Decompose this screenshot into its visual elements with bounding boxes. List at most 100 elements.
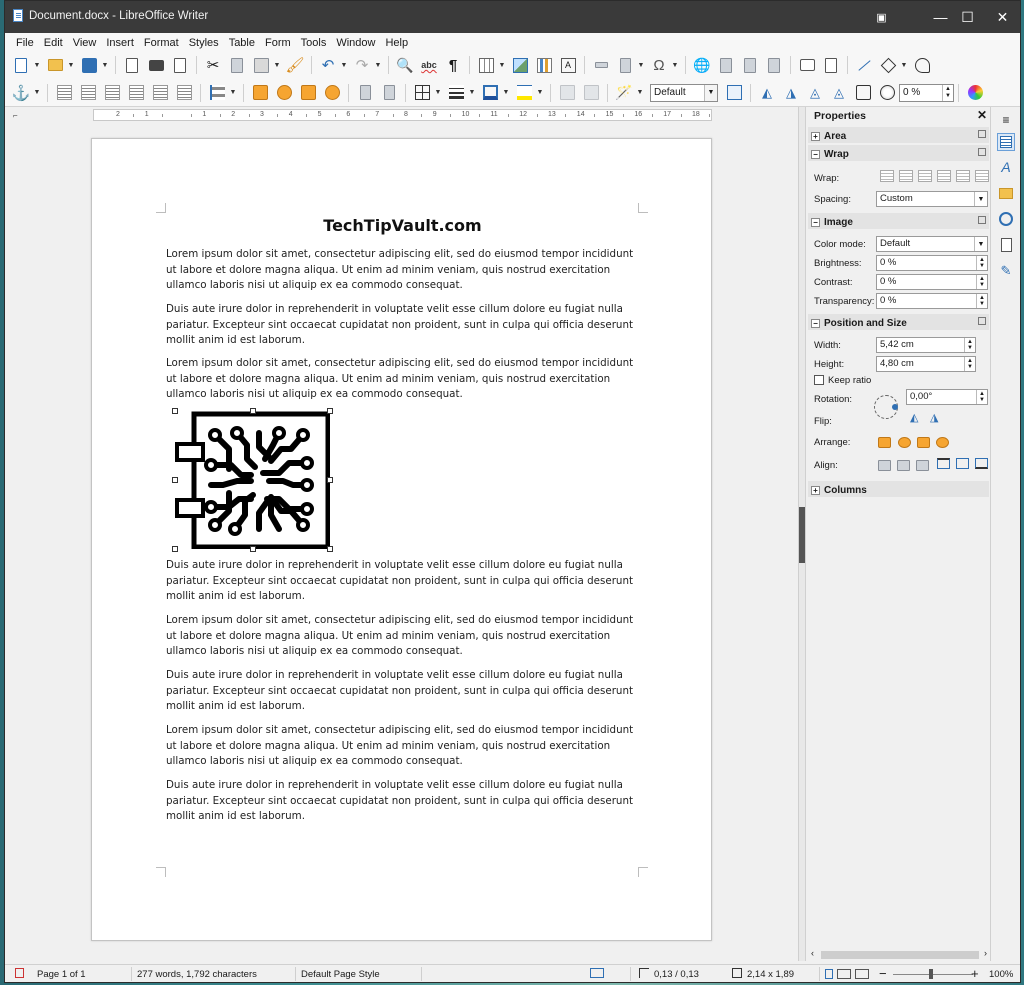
crop-icon[interactable] xyxy=(723,82,745,104)
send-to-back-icon[interactable] xyxy=(321,82,343,104)
print-icon[interactable] xyxy=(145,54,167,76)
document-page[interactable]: TechTipVault.com Lorem ipsum dolor sit a… xyxy=(91,138,712,941)
image-filter-dropdown-arrow[interactable]: ▼ xyxy=(636,82,644,104)
rotate-icon[interactable] xyxy=(852,82,874,104)
spelling-icon[interactable]: abc xyxy=(418,54,440,76)
bookmark-icon[interactable] xyxy=(763,54,785,76)
sidebar-scrollbar[interactable]: ‹ › xyxy=(809,948,989,961)
menu-table[interactable]: Table xyxy=(224,37,260,49)
clone-formatting-icon[interactable]: 🖌 xyxy=(284,54,306,76)
table-icon[interactable] xyxy=(475,54,497,76)
paste-dropdown-arrow[interactable]: ▼ xyxy=(273,54,281,76)
body-paragraph[interactable]: Duis aute irure dolor in reprehenderit i… xyxy=(166,558,636,605)
horizontal-ruler[interactable]: 2 1 1 2 3 4 5 6 7 8 9 10 11 12 13 14 15 16 17 18 xyxy=(93,109,712,121)
flip-vertical-icon[interactable]: ◭ xyxy=(756,82,778,104)
border-icon[interactable] xyxy=(411,82,433,104)
align-icon[interactable] xyxy=(206,82,228,104)
save-dropdown-arrow[interactable]: ▼ xyxy=(101,54,109,76)
color-icon[interactable] xyxy=(964,82,986,104)
style-inspector-deck-icon[interactable]: ✎ xyxy=(997,262,1015,280)
field-icon[interactable] xyxy=(614,54,636,76)
new-dropdown-arrow[interactable]: ▼ xyxy=(33,54,41,76)
table-dropdown-arrow[interactable]: ▼ xyxy=(498,54,506,76)
spin-buttons[interactable]: ▲ ▼ xyxy=(976,294,987,308)
wrap-off-icon[interactable] xyxy=(53,82,75,104)
send-to-back-icon[interactable] xyxy=(936,437,949,448)
wrap-right-icon[interactable] xyxy=(149,82,171,104)
draw-functions-icon[interactable] xyxy=(911,54,933,76)
wrap-parallel-icon[interactable] xyxy=(899,170,913,182)
wrap-left-icon[interactable] xyxy=(125,82,147,104)
section-image[interactable]: − Image xyxy=(808,213,989,229)
chart-icon[interactable] xyxy=(533,54,555,76)
section-position-size[interactable]: − Position and Size xyxy=(808,314,989,330)
keep-ratio-checkbox[interactable] xyxy=(814,375,824,385)
zoom-slider-thumb[interactable] xyxy=(929,969,933,979)
properties-deck-icon[interactable] xyxy=(997,133,1015,151)
area-color-icon[interactable] xyxy=(513,82,535,104)
endnote-icon[interactable] xyxy=(739,54,761,76)
to-background-icon[interactable] xyxy=(378,82,400,104)
menu-format[interactable]: Format xyxy=(139,37,184,49)
zoom-in-button[interactable]: + xyxy=(971,966,979,981)
border-color-dropdown-arrow[interactable]: ▼ xyxy=(502,82,510,104)
close-button[interactable]: ✕ xyxy=(980,1,1020,33)
copy-icon[interactable] xyxy=(226,54,248,76)
anchor-icon[interactable]: ⚓ xyxy=(10,82,32,104)
backward-one-icon[interactable] xyxy=(297,82,319,104)
find-replace-icon[interactable]: 🔍 xyxy=(394,54,416,76)
open-folder-icon[interactable] xyxy=(44,54,66,76)
undo-icon[interactable]: ↶ xyxy=(317,54,339,76)
link-frames-icon[interactable] xyxy=(556,82,578,104)
tab-stop-selector[interactable]: ⌐ xyxy=(13,111,18,120)
textbox-icon[interactable]: A xyxy=(557,54,579,76)
body-paragraph[interactable]: Duis aute irure dolor in reprehenderit i… xyxy=(166,302,636,349)
menu-help[interactable]: Help xyxy=(380,37,413,49)
sidebar-menu-icon[interactable]: ≡ xyxy=(997,111,1015,129)
menu-file[interactable]: File xyxy=(11,37,39,49)
to-foreground-icon[interactable] xyxy=(354,82,376,104)
sidebar-splitter[interactable] xyxy=(798,107,805,961)
anchor-dropdown-arrow[interactable]: ▼ xyxy=(33,82,41,104)
status-page[interactable]: Page 1 of 1 xyxy=(37,969,86,980)
chevron-down-icon[interactable]: ▼ xyxy=(704,84,717,101)
width-field[interactable]: 5,42 cm ▲ ▼ xyxy=(876,337,976,353)
menu-view[interactable]: View xyxy=(68,37,102,49)
border-color-icon[interactable] xyxy=(479,82,501,104)
track-changes-icon[interactable] xyxy=(820,54,842,76)
transparency-icon[interactable] xyxy=(876,82,898,104)
navigator-deck-icon[interactable] xyxy=(997,210,1015,228)
undo-dropdown-arrow[interactable]: ▼ xyxy=(340,54,348,76)
brightness-field[interactable]: 0 % ▲ ▼ xyxy=(876,255,988,271)
paste-icon[interactable] xyxy=(250,54,272,76)
menu-styles[interactable]: Styles xyxy=(184,37,224,49)
forward-one-icon[interactable] xyxy=(273,82,295,104)
zoom-slider[interactable] xyxy=(893,974,973,975)
menu-form[interactable]: Form xyxy=(260,37,296,49)
align-center-icon[interactable] xyxy=(897,460,910,471)
resize-handle[interactable] xyxy=(250,546,256,552)
export-pdf-icon[interactable] xyxy=(121,54,143,76)
height-field[interactable]: 4,80 cm ▲ ▼ xyxy=(876,356,976,372)
section-wrap[interactable]: − Wrap xyxy=(808,145,989,161)
flip-horizontal-icon[interactable]: ◮ xyxy=(780,82,802,104)
rotation-field[interactable]: 0,00° ▲ ▼ xyxy=(906,389,988,405)
book-view-icon[interactable] xyxy=(855,969,869,979)
status-page-style[interactable]: Default Page Style xyxy=(301,969,380,980)
wrap-through-icon[interactable] xyxy=(975,170,989,182)
selected-image[interactable] xyxy=(172,408,333,552)
body-paragraph[interactable]: Duis aute irure dolor in reprehenderit i… xyxy=(166,668,636,715)
section-columns[interactable]: + Columns xyxy=(808,481,989,497)
single-page-view-icon[interactable] xyxy=(825,969,833,979)
contrast-field[interactable]: 0 % ▲ ▼ xyxy=(876,274,988,290)
status-word-count[interactable]: 277 words, 1,792 characters xyxy=(137,969,257,980)
page-deck-icon[interactable] xyxy=(997,236,1015,254)
menu-edit[interactable]: Edit xyxy=(39,37,68,49)
body-paragraph[interactable]: Lorem ipsum dolor sit amet, consectetur … xyxy=(166,723,636,770)
wrap-none-icon[interactable] xyxy=(880,170,894,182)
resize-handle[interactable] xyxy=(327,546,333,552)
body-paragraph[interactable]: Lorem ipsum dolor sit amet, consectetur … xyxy=(166,356,636,403)
align-right-icon[interactable] xyxy=(916,460,929,471)
area-color-dropdown-arrow[interactable]: ▼ xyxy=(536,82,544,104)
align-bottom-icon[interactable] xyxy=(975,458,988,469)
